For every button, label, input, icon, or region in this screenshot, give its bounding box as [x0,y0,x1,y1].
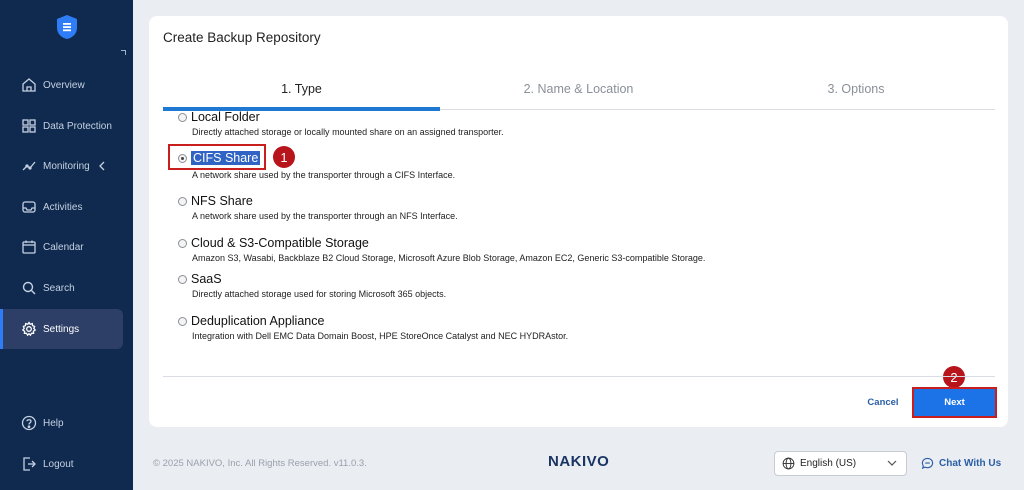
option-description: Directly attached storage or locally mou… [192,127,504,137]
create-repository-dialog: Create Backup Repository 1. Type 2. Name… [149,16,1008,427]
globe-icon [782,457,795,470]
option-cloud-s3[interactable]: Cloud & S3-Compatible Storage Amazon S3,… [178,235,705,263]
option-deduplication-appliance[interactable]: Deduplication Appliance Integration with… [178,313,568,341]
inbox-icon [21,199,37,215]
sidebar-item-label: Settings [43,323,80,335]
divider [163,376,995,377]
radio-nfs-share[interactable] [178,196,187,206]
option-label: Local Folder [191,110,260,124]
option-description: Directly attached storage used for stori… [192,289,447,299]
sidebar-item-label: Monitoring [43,160,90,172]
tab-options[interactable]: 3. Options [717,68,995,110]
option-description: Amazon S3, Wasabi, Backblaze B2 Cloud St… [192,253,706,263]
radio-saas[interactable] [178,274,187,284]
sidebar-item-label: Overview [43,79,85,91]
sidebar-item-help[interactable]: Help [0,403,133,443]
nakivo-logo-icon[interactable] [56,14,78,40]
sidebar-item-label: Activities [43,201,83,213]
gear-icon [21,321,37,337]
option-saas[interactable]: SaaS Directly attached storage used for … [178,271,446,299]
calendar-icon [21,239,37,255]
search-icon [21,280,37,296]
wizard-steps: 1. Type 2. Name & Location 3. Options [163,68,995,111]
tab-type[interactable]: 1. Type [163,68,440,111]
sidebar-item-settings[interactable]: Settings [0,309,123,349]
sidebar-item-label: Search [43,282,75,294]
option-label: NFS Share [191,194,253,208]
sidebar-item-logout[interactable]: Logout [0,444,133,484]
sidebar-item-search[interactable]: Search [0,268,133,308]
option-label: Cloud & S3-Compatible Storage [191,236,369,250]
dialog-title: Create Backup Repository [163,30,321,45]
chat-label: Chat With Us [939,458,1002,469]
sidebar-item-label: Logout [43,458,74,470]
annotation-badge-2: 2 [943,366,965,388]
sidebar-item-label: Calendar [43,241,84,253]
chart-line-icon [21,158,37,174]
annotation-badge-1: 1 [273,146,295,168]
nakivo-brand-logo: NAKIVO [548,453,610,470]
grid-icon [21,118,37,134]
chat-with-us-link[interactable]: Chat With Us [921,457,1001,470]
chat-icon [921,457,934,470]
copyright-text: © 2025 NAKIVO, Inc. All Rights Reserved.… [153,458,367,469]
option-local-folder[interactable]: Local Folder Directly attached storage o… [178,109,504,137]
language-select-value: English (US) [800,458,857,469]
chevron-left-icon[interactable] [98,161,106,171]
help-icon [21,415,37,431]
sidebar-item-calendar[interactable]: Calendar [0,227,133,267]
sidebar-item-activities[interactable]: Activities [0,187,133,227]
cancel-button[interactable]: Cancel [860,392,906,412]
option-nfs-share[interactable]: NFS Share A network share used by the tr… [178,193,458,221]
sidebar-item-monitoring[interactable]: Monitoring [0,146,133,186]
language-select[interactable]: English (US) [774,451,907,476]
chevron-down-icon [887,460,897,467]
home-icon [21,77,37,93]
option-description: Integration with Dell EMC Data Domain Bo… [192,331,569,341]
option-label: Deduplication Appliance [191,314,325,328]
sidebar-item-label: Data Protection [43,120,112,132]
annotation-highlight-box [168,144,266,170]
sidebar: Overview Data Protection Monitoring Acti… [0,0,133,490]
collapse-sidebar-icon[interactable] [121,50,126,55]
sidebar-item-label: Help [43,417,64,429]
option-label: SaaS [191,272,222,286]
tab-name-location[interactable]: 2. Name & Location [440,68,717,110]
next-button[interactable]: Next [912,387,997,418]
option-description: A network share used by the transporter … [192,211,458,221]
sidebar-item-overview[interactable]: Overview [0,65,133,105]
radio-local-folder[interactable] [178,112,187,122]
radio-deduplication-appliance[interactable] [178,316,187,326]
sidebar-item-data-protection[interactable]: Data Protection [0,106,133,146]
radio-cloud-s3[interactable] [178,238,187,248]
option-description: A network share used by the transporter … [192,170,456,180]
logout-icon [21,456,37,472]
